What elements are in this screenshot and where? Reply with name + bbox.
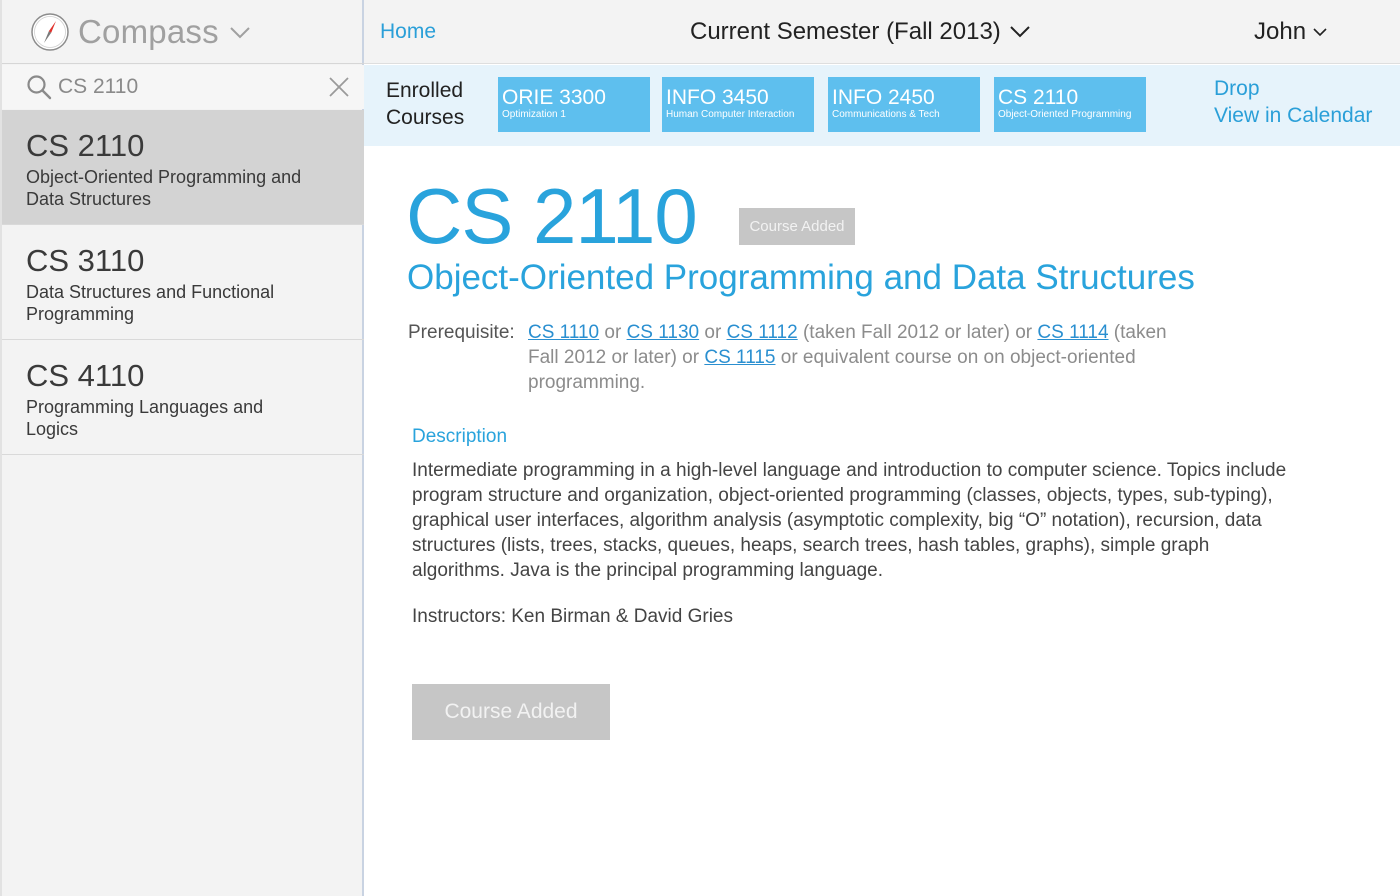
user-menu[interactable]: John (1254, 18, 1328, 46)
result-title: Object-Oriented Programming and Data Str… (26, 167, 302, 209)
description-heading: Description (412, 426, 508, 447)
course-title: Object-Oriented Programming and Data Str… (407, 258, 1195, 297)
enrolled-course-info2450[interactable]: INFO 2450 Communications & Tech (828, 77, 980, 132)
result-title: Programming Languages and Logics (26, 397, 264, 439)
chip-code: ORIE 3300 (502, 86, 606, 109)
instructors: Instructors: Ken Birman & David Gries (412, 606, 733, 627)
chevron-down-icon[interactable] (229, 26, 251, 40)
chip-title: Object-Oriented Programming (998, 109, 1132, 120)
search-input[interactable] (58, 75, 308, 99)
compass-icon (31, 12, 69, 51)
chip-title: Optimization 1 (502, 109, 566, 120)
enrolled-label: Enrolled Courses (386, 77, 486, 131)
prereq-link-cs1114[interactable]: CS 1114 (1037, 322, 1108, 343)
app-name: Compass (78, 12, 219, 50)
result-title: Data Structures and Functional Programmi… (26, 282, 275, 324)
chip-title: Human Computer Interaction (666, 109, 795, 120)
chevron-down-icon (1010, 26, 1030, 38)
user-name: John (1254, 18, 1307, 45)
chevron-down-icon (1313, 28, 1327, 37)
prereq-text: or (699, 322, 727, 343)
result-code: CS 2110 (26, 128, 145, 163)
result-code: CS 4110 (26, 358, 145, 393)
chip-title: Communications & Tech (832, 109, 940, 120)
sidebar: Compass CS 2110 Object-Oriented Programm… (0, 0, 364, 896)
search-bar (2, 65, 364, 109)
enrolled-course-cs2110[interactable]: CS 2110 Object-Oriented Programming (994, 77, 1146, 132)
search-result-cs4110[interactable]: CS 4110 Programming Languages and Logics (2, 340, 364, 455)
prereq-text: (taken Fall 2012 or later) or (797, 322, 1038, 343)
prereq-link-cs1110[interactable]: CS 1110 (528, 322, 599, 343)
description-text: Intermediate programming in a high-level… (412, 460, 1287, 581)
view-in-calendar-link[interactable]: View in Calendar (1214, 104, 1372, 128)
prereq-link-cs1115[interactable]: CS 1115 (704, 347, 775, 368)
prereq-link-cs1112[interactable]: CS 1112 (727, 322, 798, 343)
semester-label: Current Semester (Fall 2013) (690, 18, 1001, 45)
search-result-cs3110[interactable]: CS 3110 Data Structures and Functional P… (2, 225, 364, 340)
enrolled-label-line1: Enrolled (386, 79, 464, 102)
enrolled-courses-bar: Enrolled Courses ORIE 3300 Optimization … (364, 65, 1400, 146)
search-result-cs2110[interactable]: CS 2110 Object-Oriented Programming and … (2, 110, 364, 225)
course-code: CS 2110 (406, 172, 698, 260)
chip-code: INFO 2450 (832, 86, 935, 109)
top-bar: Home Current Semester (Fall 2013) John (364, 0, 1400, 64)
home-link[interactable]: Home (380, 20, 436, 44)
semester-selector[interactable]: Current Semester (Fall 2013) (690, 18, 1031, 46)
enrolled-label-line2: Courses (386, 106, 465, 129)
chip-code: CS 2110 (998, 86, 1079, 109)
prereq-link-cs1130[interactable]: CS 1130 (627, 322, 700, 343)
prereq-text: or (599, 322, 627, 343)
enrolled-course-orie3300[interactable]: ORIE 3300 Optimization 1 (498, 77, 650, 132)
course-added-button[interactable]: Course Added (412, 684, 610, 740)
prereq-label: Prerequisite: (408, 322, 515, 343)
drop-link[interactable]: Drop (1214, 77, 1260, 101)
course-added-badge: Course Added (739, 208, 855, 245)
result-code: CS 3110 (26, 243, 145, 278)
enrolled-course-info3450[interactable]: INFO 3450 Human Computer Interaction (662, 77, 814, 132)
close-icon[interactable] (328, 76, 350, 98)
brand-header[interactable]: Compass (2, 0, 364, 64)
prereq-body: CS 1110 or CS 1130 or CS 1112 (taken Fal… (528, 320, 1188, 395)
course-detail: CS 2110 Course Added Object-Oriented Pro… (364, 146, 1400, 896)
search-icon (27, 75, 52, 100)
prerequisites: Prerequisite: CS 1110 or CS 1130 or CS 1… (408, 320, 1188, 395)
chip-code: INFO 3450 (666, 86, 769, 109)
